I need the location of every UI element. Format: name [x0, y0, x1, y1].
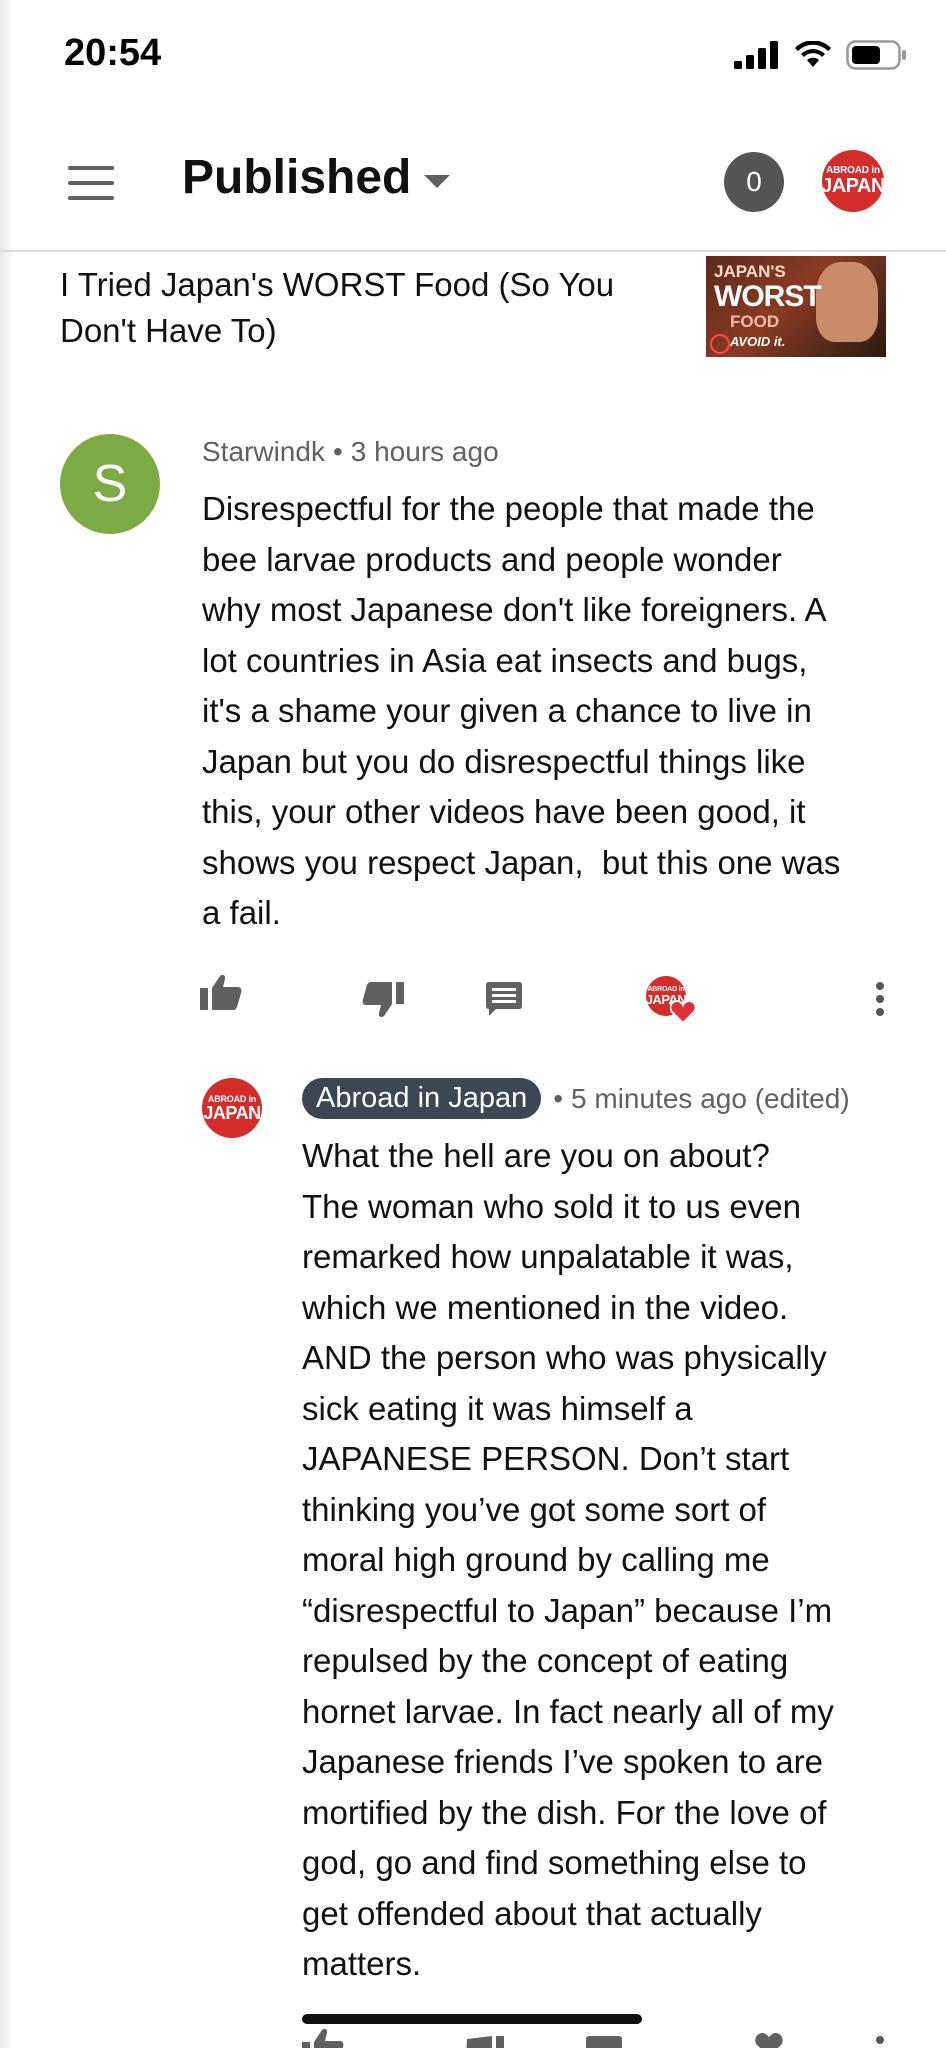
page-title[interactable]: Published	[182, 150, 411, 205]
more-vert-icon[interactable]	[874, 982, 886, 1016]
reply-author-avatar[interactable]: ABROAD in JAPAN	[202, 1078, 262, 1138]
heart-icon[interactable]	[754, 2032, 784, 2048]
battery-icon	[846, 40, 906, 70]
channel-logo-line2: JAPAN	[822, 175, 884, 197]
menu-icon	[68, 166, 114, 170]
reply-time: 5 minutes ago (edited)	[571, 1082, 850, 1114]
thumbnail-text-1: JAPAN'S	[714, 262, 786, 281]
notification-count-badge[interactable]: 0	[724, 152, 784, 212]
comment-meta: Starwindk • 3 hours ago	[202, 436, 499, 468]
dropdown-arrow-icon[interactable]	[424, 175, 450, 189]
meta-separator: •	[332, 436, 343, 467]
thumbnail-person	[816, 262, 878, 342]
meta-separator: •	[553, 1082, 564, 1114]
menu-button[interactable]	[68, 166, 116, 202]
reply-meta: Abroad in Japan • 5 minutes ago (edited)	[302, 1078, 850, 1119]
ban-icon	[710, 334, 730, 354]
commenter-avatar[interactable]: S	[60, 434, 160, 534]
signal-icon	[734, 41, 778, 69]
creator-heart-badge[interactable]: ABROAD in JAPAN	[646, 976, 696, 1024]
thumbnail-text-2: WORST	[714, 280, 822, 313]
edge-shadow	[0, 0, 14, 2048]
dislike-icon[interactable]	[362, 982, 404, 1018]
like-icon[interactable]	[200, 974, 242, 1010]
reply-actions-partial	[0, 2028, 946, 2048]
thumbnail-text-4: AVOID it.	[730, 334, 786, 349]
reply-icon[interactable]	[586, 2036, 622, 2048]
video-thumbnail[interactable]: JAPAN'S WORST FOOD AVOID it.	[706, 256, 886, 357]
status-time: 20:54	[64, 32, 162, 74]
dislike-icon[interactable]	[462, 2036, 504, 2048]
reply-author-chip[interactable]: Abroad in Japan	[302, 1078, 542, 1119]
home-indicator	[302, 2014, 642, 2024]
video-title[interactable]: I Tried Japan's WORST Food (So You Don't…	[60, 262, 660, 354]
wifi-icon	[795, 41, 831, 67]
menu-icon-bar	[68, 196, 114, 200]
menu-icon-bar	[68, 181, 114, 185]
status-icons	[734, 40, 908, 70]
thumbnail-text-3: FOOD	[730, 312, 780, 331]
like-icon[interactable]	[302, 2028, 344, 2048]
reply-logo-line2: JAPAN	[203, 1102, 261, 1123]
reply-icon[interactable]	[486, 982, 522, 1016]
comment-author[interactable]: Starwindk	[202, 436, 325, 467]
comment-time: 3 hours ago	[350, 436, 499, 467]
more-vert-icon[interactable]	[874, 2036, 886, 2048]
creator-heart-icon	[670, 1000, 696, 1024]
app-header: Published 0 ABROAD in JAPAN	[0, 120, 946, 252]
reply-text: What the hell are you on about? The woma…	[302, 1137, 834, 1982]
channel-avatar[interactable]: ABROAD in JAPAN	[822, 150, 884, 212]
comment-text: Disrespectful for the people that made t…	[202, 490, 841, 931]
